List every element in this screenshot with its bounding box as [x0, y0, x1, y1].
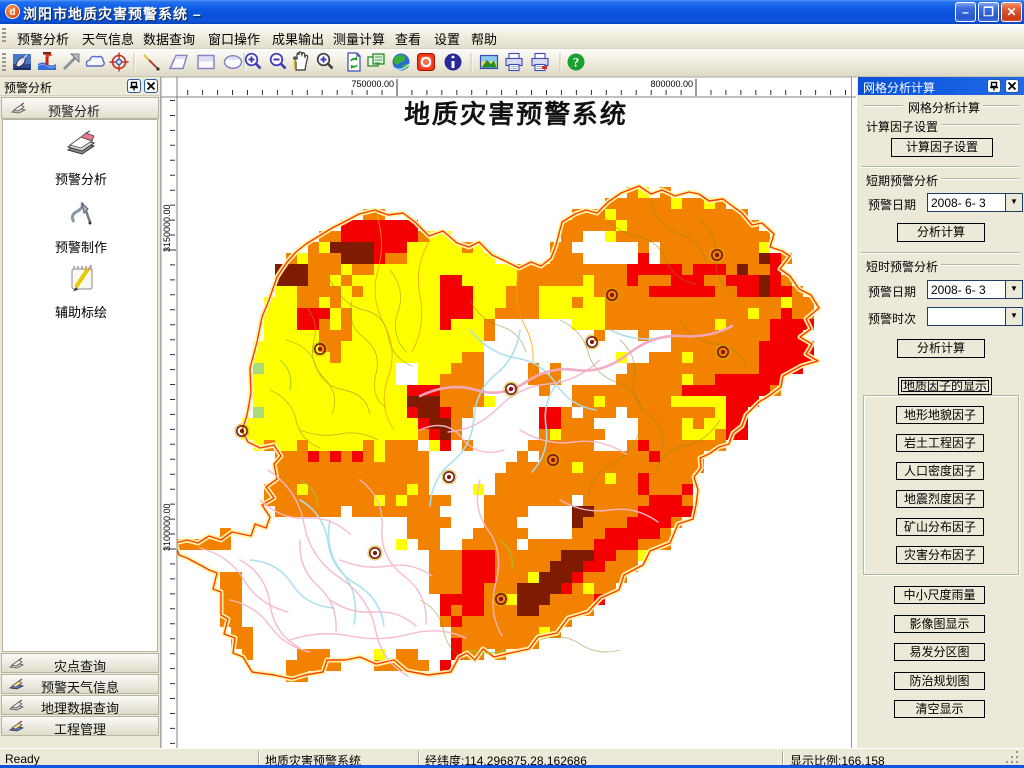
svg-text:?: ?	[573, 55, 580, 70]
svg-text:750000.00: 750000.00	[351, 79, 394, 89]
svg-text:3100000.00: 3100000.00	[162, 503, 172, 551]
svg-text:3150000.00: 3150000.00	[162, 204, 172, 252]
svg-text:800000.00: 800000.00	[650, 79, 693, 89]
svg-text:地质灾害预警系统: 地质灾害预警系统	[403, 99, 628, 129]
